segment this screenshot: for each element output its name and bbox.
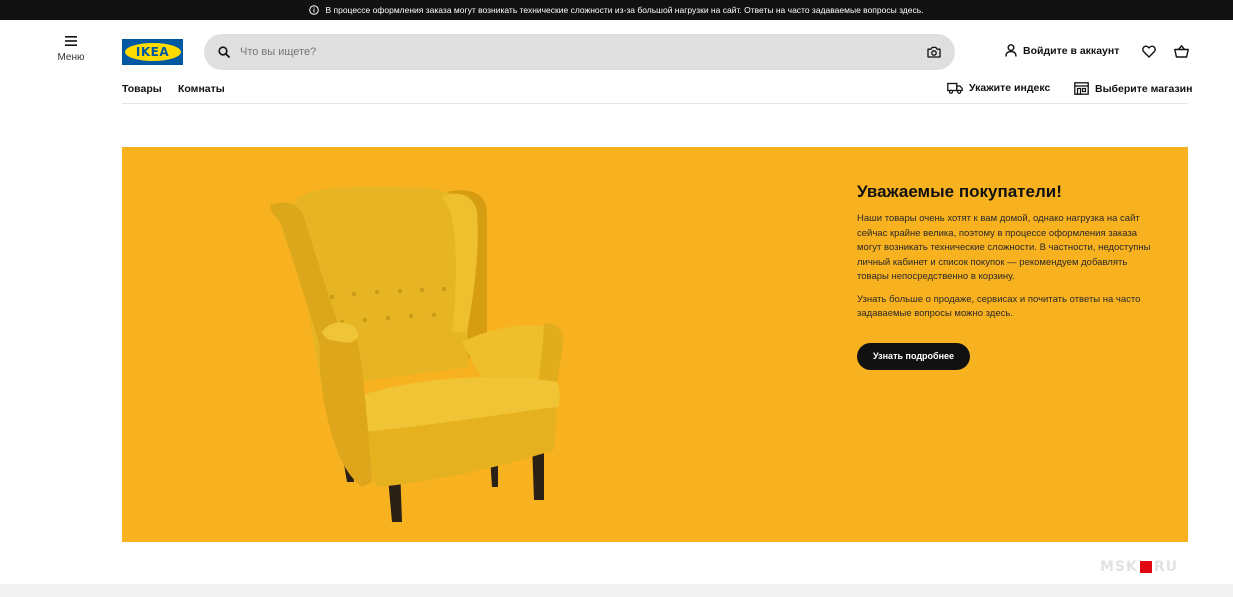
camera-icon[interactable] <box>927 46 941 58</box>
store-label: Выберите магазин <box>1095 82 1193 95</box>
postcode-label: Укажите индекс <box>969 82 1051 94</box>
notice-bar[interactable]: В процессе оформления заказа могут возни… <box>0 0 1233 20</box>
search-icon <box>218 46 230 58</box>
ikea-logo[interactable]: IKEA <box>122 39 183 65</box>
store-icon <box>1074 82 1089 95</box>
info-icon <box>309 5 320 15</box>
hero-banner: Уважаемые покупатели! Наши товары очень … <box>122 147 1188 542</box>
menu-button[interactable]: Меню <box>52 36 90 63</box>
store-link[interactable]: Выберите магазин <box>1074 82 1192 95</box>
watermark-right: RU <box>1153 559 1179 575</box>
account-label: Войдите в аккаунт <box>1023 44 1120 57</box>
watermark: MSK RU <box>1100 559 1178 575</box>
hero-text: Уважаемые покупатели! Наши товары очень … <box>857 182 1157 370</box>
nav-products[interactable]: Товары <box>122 83 162 95</box>
learn-more-button[interactable]: Узнать подробнее <box>857 342 971 370</box>
logo-oval: IKEA <box>124 43 181 61</box>
postcode-link[interactable]: Укажите индекс <box>947 82 1050 94</box>
notice-text: В процессе оформления заказа могут возни… <box>325 5 924 15</box>
hero-paragraph-1: Наши товары очень хотят к вам домой, одн… <box>857 213 1151 282</box>
menu-label: Меню <box>57 52 85 63</box>
hero-title: Уважаемые покупатели! <box>857 182 1062 201</box>
watermark-mark <box>1139 561 1152 573</box>
truck-icon <box>947 82 963 94</box>
hamburger-icon <box>65 36 77 46</box>
search-bar[interactable] <box>204 34 955 70</box>
basket-icon[interactable] <box>1174 45 1189 58</box>
footer-strip <box>0 584 1233 597</box>
watermark-left: MSK <box>1100 559 1138 575</box>
header-divider <box>122 103 1188 104</box>
user-icon <box>1005 44 1017 57</box>
search-input[interactable] <box>240 46 927 58</box>
hero-paragraph-2[interactable]: Узнать больше о продаже, сервисах и почи… <box>857 293 1157 322</box>
account-link[interactable]: Войдите в аккаунт <box>1005 44 1119 57</box>
armchair-image <box>270 186 564 522</box>
logo-text: IKEA <box>135 45 170 59</box>
heart-icon[interactable] <box>1142 45 1156 58</box>
nav-rooms[interactable]: Комнаты <box>178 83 225 95</box>
